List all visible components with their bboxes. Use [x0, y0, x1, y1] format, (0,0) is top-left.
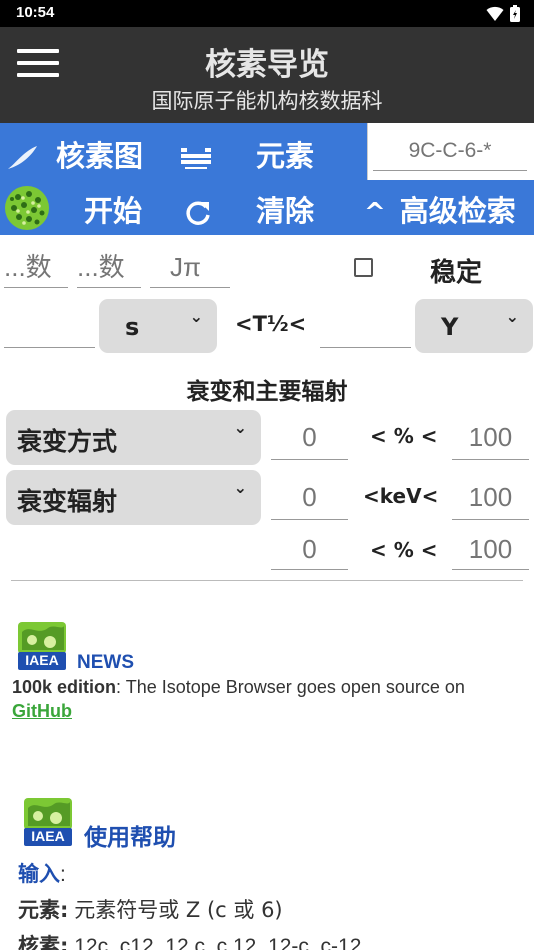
decay-mode-select[interactable]: 衰变方式 ⌄	[6, 410, 261, 465]
chevron-down-icon: ⌄	[505, 307, 519, 326]
intensity-max-input[interactable]	[452, 530, 529, 570]
toolbar-row-1: 核素图 元素	[0, 123, 534, 180]
status-icons	[486, 5, 520, 22]
halflife-max-input[interactable]	[320, 306, 411, 348]
decay-header: 衰变和主要辐射	[186, 379, 348, 405]
toolbar-row-2: 开始 清除 ^ 高级检索	[0, 180, 534, 235]
app-title: 核素导览	[205, 47, 329, 83]
news-body: 100k edition: The Isotope Browser goes o…	[12, 677, 465, 698]
status-time: 10:54	[16, 4, 55, 21]
iaea-logo-text: IAEA	[31, 828, 65, 844]
github-link[interactable]: GitHub	[12, 701, 72, 722]
help-nuclide-text: 12c, c12, 12 c, c 12, 12-c, c-12	[74, 935, 362, 950]
start-button[interactable]: 开始	[84, 188, 142, 230]
decay-mode-operator: < % <	[370, 424, 438, 448]
halflife-max-unit-select[interactable]: Y ⌄	[415, 299, 533, 353]
news-text: : The Isotope Browser goes open source o…	[116, 677, 465, 697]
radiation-max-input[interactable]	[452, 476, 529, 520]
halflife-min-unit-select[interactable]: s ⌄	[99, 299, 217, 353]
decay-mode-min-input[interactable]	[271, 416, 348, 460]
intensity-operator: < % <	[370, 538, 438, 562]
help-input-label: 输入	[18, 862, 60, 886]
app-bar: 核素导览 国际原子能机构核数据科	[0, 27, 534, 123]
status-bar: 10:54	[0, 0, 534, 27]
wifi-icon	[486, 6, 504, 21]
z-input[interactable]	[4, 248, 68, 288]
help-input-colon: :	[60, 863, 66, 886]
nuclide-chart-label: 核素图	[56, 139, 144, 173]
refresh-icon	[186, 201, 210, 225]
advanced-search-label: 高级检索	[399, 194, 516, 228]
intensity-min-input[interactable]	[271, 530, 348, 570]
help-input-line: 输入:	[18, 858, 66, 888]
stable-checkbox[interactable]	[354, 258, 373, 277]
app-subtitle: 国际原子能机构核数据科	[151, 89, 383, 113]
news-edition: 100k edition	[12, 677, 117, 697]
help-element-label: 元素	[18, 898, 60, 922]
iaea-logo-text: IAEA	[25, 652, 59, 668]
element-label: 元素	[256, 139, 315, 173]
stable-label: 稳定	[430, 258, 483, 288]
periodic-table-icon	[181, 148, 211, 169]
radiation-label: 衰变辐射	[17, 487, 118, 516]
divider	[11, 580, 523, 581]
halflife-operator: <T½<	[235, 312, 307, 336]
n-input[interactable]	[77, 248, 141, 288]
feather-icon	[8, 146, 37, 169]
nuclide-search-input[interactable]	[373, 131, 527, 171]
search-box	[367, 123, 534, 180]
help-nuclide-label: 核素	[18, 934, 60, 950]
clear-button[interactable]: 清除	[184, 188, 314, 230]
halflife-min-input[interactable]	[4, 306, 95, 348]
help-title: 使用帮助	[84, 825, 176, 851]
halflife-min-unit-value: s	[125, 313, 140, 341]
help-element-line: 元素: 元素符号或 Z (c 或 6)	[18, 898, 283, 922]
nuclide-chart-button[interactable]: 核素图	[6, 133, 143, 175]
radiation-min-input[interactable]	[271, 476, 348, 520]
chevron-down-icon: ⌄	[189, 307, 203, 326]
jpi-input[interactable]	[150, 248, 230, 288]
chevron-down-icon: ⌄	[233, 478, 247, 497]
advanced-search-button[interactable]: ^ 高级检索	[364, 188, 516, 230]
clear-label: 清除	[256, 194, 315, 228]
decay-mode-max-input[interactable]	[452, 416, 529, 460]
element-button[interactable]: 元素	[180, 133, 314, 175]
atom-logo-icon[interactable]	[4, 185, 50, 231]
halflife-max-unit-value: Y	[441, 313, 459, 341]
news-title: NEWS	[77, 652, 134, 673]
chevron-up-icon: ^	[364, 198, 386, 228]
radiation-operator: <keV<	[363, 484, 439, 508]
help-nuclide-line: 核素: 12c, c12, 12 c, c 12, 12-c, c-12	[18, 930, 361, 950]
chevron-down-icon: ⌄	[233, 418, 247, 437]
battery-icon	[510, 5, 520, 22]
decay-mode-label: 衰变方式	[17, 427, 118, 456]
help-element-text: 元素符号或 Z (c 或 6)	[74, 898, 283, 922]
radiation-select[interactable]: 衰变辐射 ⌄	[6, 470, 261, 525]
